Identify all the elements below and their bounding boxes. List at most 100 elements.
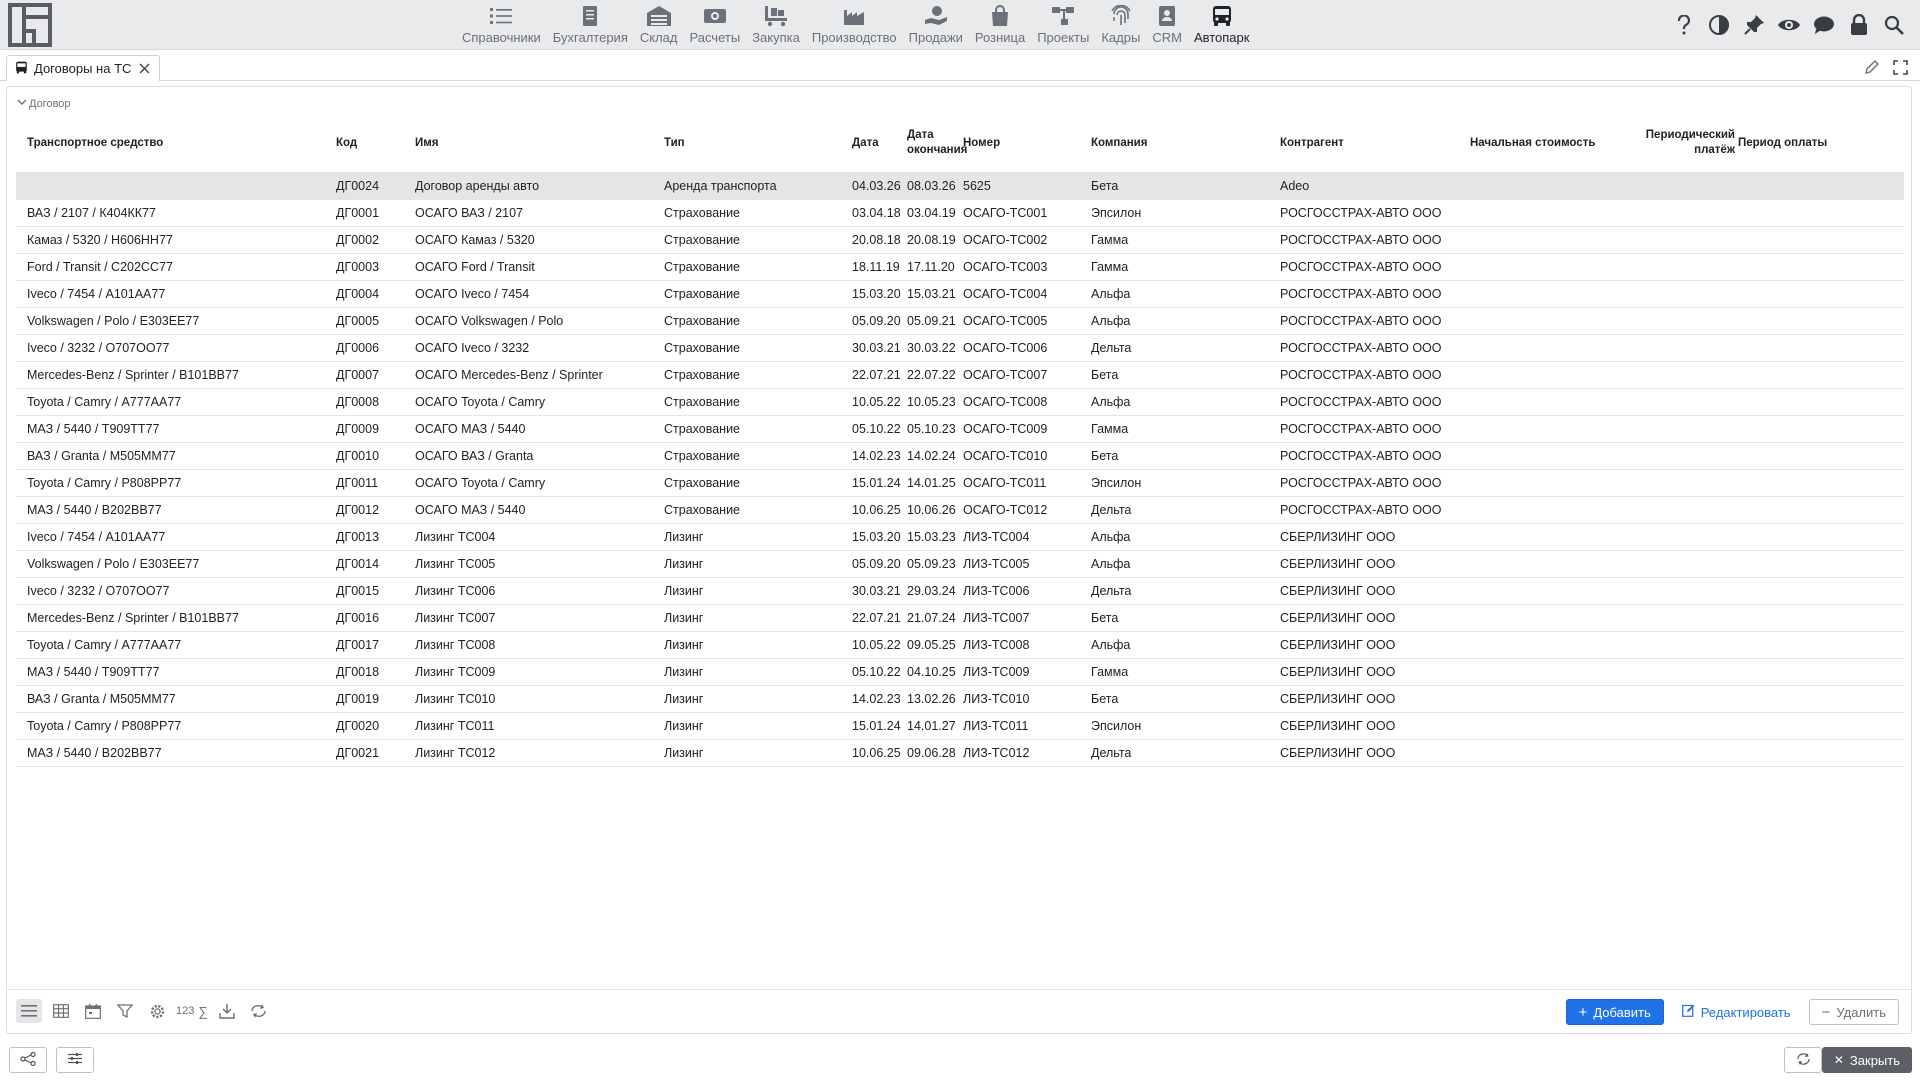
nav-item-hr[interactable]: Кадры <box>1101 0 1140 50</box>
cell-date: 05.09.20 <box>852 557 901 571</box>
tab-actions <box>1862 57 1910 77</box>
nav-item-fleet[interactable]: Автопарк <box>1194 0 1249 50</box>
table-row[interactable]: МАЗ / 5440 / Т909ТТ77 ДГ0018 Лизинг ТС009 Л… <box>16 659 1904 686</box>
table-row[interactable]: Ford / Transit / С202СС77 ДГ0003 ОСАГО For… <box>16 254 1904 281</box>
contrast-icon[interactable] <box>1706 12 1731 37</box>
table-row[interactable]: Iveco / 3232 / О707ОО77 ДГ0015 Лизинг ТС00… <box>16 578 1904 605</box>
reload-button[interactable] <box>1784 1047 1822 1073</box>
panel-toolbar: 123 ∑ + Добавить Редактировать − Удалить <box>7 989 1911 1033</box>
sum-toggle[interactable]: 123 ∑ <box>176 999 208 1023</box>
table-row[interactable]: Iveco / 3232 / О707ОО77 ДГ0006 ОСАГО Iveco… <box>16 335 1904 362</box>
ledger-icon <box>577 3 603 28</box>
cell-vehicle: Volkswagen / Polo / Е303ЕЕ77 <box>27 557 200 571</box>
cell-contractor: РОСГОССТРАХ-АВТО ООО <box>1280 422 1442 436</box>
search-icon[interactable] <box>1881 12 1906 37</box>
close-icon[interactable] <box>137 62 151 76</box>
pencil-icon[interactable] <box>1862 57 1882 77</box>
cell-type: Страхование <box>664 449 741 463</box>
table-row[interactable]: Toyota / Camry / А777АА77 ДГ0017 Лизинг ТС… <box>16 632 1904 659</box>
table-row[interactable]: МАЗ / 5440 / В202ВВ77 ДГ0021 Лизинг ТС012 Л… <box>16 740 1904 767</box>
panel-settings-button[interactable] <box>56 1047 94 1073</box>
table-row[interactable]: МАЗ / 5440 / В202ВВ77 ДГ0012 ОСАГО МАЗ / 5… <box>16 497 1904 524</box>
nav-item-sales[interactable]: Продажи <box>909 0 963 50</box>
pin-icon[interactable] <box>1741 12 1766 37</box>
table-row[interactable]: Mercedes-Benz / Sprinter / В101ВВ77 ДГ001… <box>16 605 1904 632</box>
close-window-button[interactable]: ✕ Закрыть <box>1821 1047 1912 1073</box>
cell-type: Страхование <box>664 206 741 220</box>
table-row[interactable]: МАЗ / 5440 / Т909ТТ77 ДГ0009 ОСАГО МАЗ / 5… <box>16 416 1904 443</box>
share-button[interactable] <box>9 1047 47 1073</box>
table-row[interactable]: Toyota / Camry / Р808РР77 ДГ0020 Лизинг ТС… <box>16 713 1904 740</box>
column-header-company[interactable]: Компания <box>1091 114 1281 172</box>
add-button[interactable]: + Добавить <box>1565 999 1664 1025</box>
chat-icon[interactable] <box>1811 12 1836 37</box>
nav-item-references[interactable]: Справочники <box>462 0 541 50</box>
nav-item-accounting[interactable]: Бухгалтерия <box>553 0 628 50</box>
tab-vehicle-contracts[interactable]: Договоры на ТС <box>6 55 161 81</box>
table-row[interactable]: Mercedes-Benz / Sprinter / В101ВВ77 ДГ000… <box>16 362 1904 389</box>
cell-name: ОСАГО МАЗ / 5440 <box>415 422 526 436</box>
column-header-type[interactable]: Тип <box>664 114 852 172</box>
group-toggle[interactable]: Договор <box>17 97 71 110</box>
column-header-code[interactable]: Код <box>336 114 414 172</box>
settings-icon[interactable] <box>144 999 170 1023</box>
edit-button[interactable]: Редактировать <box>1678 999 1795 1025</box>
table-row[interactable]: ВАЗ / Granta / М505ММ77 ДГ0010 ОСАГО ВАЗ /… <box>16 443 1904 470</box>
column-header-payment-period[interactable]: Период оплаты <box>1738 114 1858 172</box>
table-row[interactable]: Iveco / 7454 / А101АА77 ДГ0004 ОСАГО Iveco… <box>16 281 1904 308</box>
cell-contractor: РОСГОССТРАХ-АВТО ООО <box>1280 233 1442 247</box>
edit-icon <box>1681 1004 1695 1020</box>
reload-icon <box>1796 1052 1811 1069</box>
column-header-vehicle[interactable]: Транспортное средство <box>27 114 327 172</box>
nav-item-payments[interactable]: Расчеты <box>689 0 740 50</box>
help-icon[interactable] <box>1671 12 1696 37</box>
column-header-number[interactable]: Номер <box>963 114 1091 172</box>
table-row[interactable]: Iveco / 7454 / А101АА77 ДГ0013 Лизинг ТС00… <box>16 524 1904 551</box>
table-row[interactable]: Toyota / Camry / А777АА77 ДГ0008 ОСАГО Toy… <box>16 389 1904 416</box>
fullscreen-icon[interactable] <box>1890 57 1910 77</box>
grid-view-icon[interactable] <box>48 999 74 1023</box>
document-tab-bar: Договоры на ТС <box>0 51 1920 81</box>
eye-icon[interactable] <box>1776 12 1801 37</box>
cell-contractor: РОСГОССТРАХ-АВТО ООО <box>1280 341 1442 355</box>
nav-item-retail[interactable]: Розница <box>975 0 1025 50</box>
cell-code: ДГ0019 <box>336 692 380 706</box>
nav-item-production[interactable]: Производство <box>812 0 897 50</box>
app-logo[interactable] <box>8 3 52 47</box>
table-row[interactable]: ВАЗ / 2107 / К404КК77 ДГ0001 ОСАГО ВАЗ / 2… <box>16 200 1904 227</box>
column-header-initial-cost[interactable]: Начальная стоимость <box>1470 114 1630 172</box>
nav-item-crm[interactable]: CRM <box>1152 0 1182 50</box>
table-row[interactable]: Toyota / Camry / Р808РР77 ДГ0011 ОСАГО Toy… <box>16 470 1904 497</box>
cell-name: ОСАГО Iveco / 3232 <box>415 341 530 355</box>
nav-item-warehouse[interactable]: Склад <box>640 0 677 50</box>
refresh-icon[interactable] <box>246 999 272 1023</box>
table-row[interactable]: ДГ0024 Договор аренды авто Аренда транспор… <box>16 173 1904 200</box>
table-row[interactable]: ВАЗ / Granta / М505ММ77 ДГ0019 Лизинг ТС01… <box>16 686 1904 713</box>
column-header-end-date[interactable]: Дата окончания <box>907 114 967 172</box>
column-header-contractor[interactable]: Контрагент <box>1280 114 1470 172</box>
list-view-icon[interactable] <box>16 999 42 1023</box>
cell-end-date: 15.03.23 <box>907 530 956 544</box>
column-header-date[interactable]: Дата <box>852 114 908 172</box>
table-row[interactable]: Volkswagen / Polo / Е303ЕЕ77 ДГ0005 ОСАГО … <box>16 308 1904 335</box>
column-header-periodic-payment[interactable]: Периодический платёж <box>1631 114 1735 172</box>
cell-company: Эпсилон <box>1091 719 1142 733</box>
cell-company: Дельта <box>1091 746 1132 760</box>
nav-item-projects[interactable]: Проекты <box>1037 0 1089 50</box>
nav-item-label: Бухгалтерия <box>552 30 628 45</box>
cell-name: Лизинг ТС010 <box>415 692 496 706</box>
column-header-name[interactable]: Имя <box>415 114 665 172</box>
cell-number: ЛИЗ-ТС004 <box>963 530 1030 544</box>
table-row[interactable]: Volkswagen / Polo / Е303ЕЕ77 ДГ0014 Лизинг… <box>16 551 1904 578</box>
nav-item-purchase[interactable]: Закупка <box>752 0 800 50</box>
lock-icon[interactable] <box>1846 12 1871 37</box>
delete-button[interactable]: − Удалить <box>1808 999 1899 1025</box>
cell-number: ОСАГО-ТС009 <box>963 422 1048 436</box>
filter-icon[interactable] <box>112 999 138 1023</box>
cell-type: Лизинг <box>664 638 704 652</box>
table-row[interactable]: Камаз / 5320 / Н606НН77 ДГ0002 ОСАГО Камаз… <box>16 227 1904 254</box>
calendar-view-icon[interactable] <box>80 999 106 1023</box>
cell-date: 05.10.22 <box>852 665 901 679</box>
download-icon[interactable] <box>214 999 240 1023</box>
cell-date: 04.03.26 <box>852 179 901 193</box>
